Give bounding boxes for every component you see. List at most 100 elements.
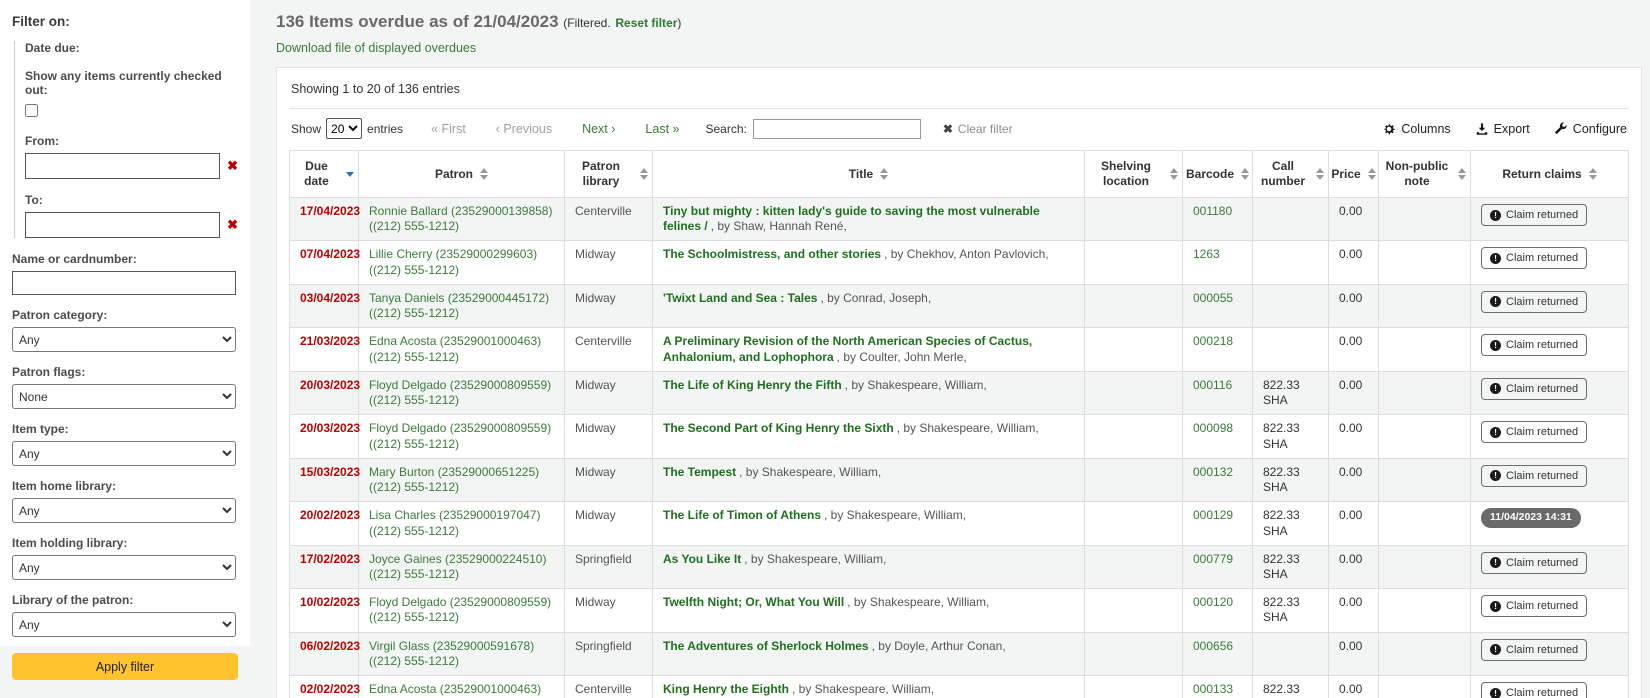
barcode-link[interactable]: 000120 xyxy=(1193,595,1233,609)
patron-link[interactable]: Lisa Charles (23529000197047) xyxy=(369,508,540,522)
barcode-link[interactable]: 000116 xyxy=(1193,378,1232,392)
claim-returned-button[interactable]: Claim returned xyxy=(1481,465,1587,487)
column-header-due-date[interactable]: Due date xyxy=(290,151,359,198)
patron-phone: ((212) 555-1212) xyxy=(369,393,459,407)
pager-last[interactable]: Last » xyxy=(645,122,679,136)
claim-returned-button[interactable]: Claim returned xyxy=(1481,204,1587,226)
barcode-link[interactable]: 000055 xyxy=(1193,291,1233,305)
title-link[interactable]: The Life of Timon of Athens xyxy=(663,508,821,522)
column-header-title[interactable]: Title xyxy=(653,151,1085,198)
barcode-link[interactable]: 000133 xyxy=(1193,682,1233,696)
patron-link[interactable]: Joyce Gaines (23529000224510) xyxy=(369,552,546,566)
patron-link[interactable]: Mary Burton (23529000651225) xyxy=(369,465,539,479)
columns-button[interactable]: Columns xyxy=(1382,122,1450,136)
patron-link[interactable]: Floyd Delgado (23529000809559) xyxy=(369,421,551,435)
title-link[interactable]: The Life of King Henry the Fifth xyxy=(663,378,842,392)
item-holding-library-select[interactable]: Any xyxy=(12,555,236,580)
date-from-input[interactable] xyxy=(25,153,220,179)
title-link[interactable]: As You Like It xyxy=(663,552,741,566)
column-header-non-public-note[interactable]: Non-public note xyxy=(1379,151,1471,198)
table-row: 17/02/2023 Joyce Gaines (23529000224510)… xyxy=(290,545,1629,588)
title-link[interactable]: The Second Part of King Henry the Sixth xyxy=(663,421,894,435)
call-number: 822.33 SHA xyxy=(1263,508,1300,537)
patron-link[interactable]: Edna Acosta (23529001000463) xyxy=(369,682,541,696)
patron-flags-select[interactable]: None xyxy=(12,384,236,409)
title-link[interactable]: 'Twixt Land and Sea : Tales xyxy=(663,291,817,305)
claim-returned-button[interactable]: Claim returned xyxy=(1481,595,1587,617)
clear-filter-button[interactable]: ✖ Clear filter xyxy=(943,122,1013,136)
price: 0.00 xyxy=(1339,421,1362,435)
barcode-link[interactable]: 000098 xyxy=(1193,421,1233,435)
due-date: 15/03/2023 xyxy=(300,465,360,479)
patron-link[interactable]: Tanya Daniels (23529000445172) xyxy=(369,291,549,305)
claim-returned-button[interactable]: Claim returned xyxy=(1481,552,1587,574)
library-of-patron-label: Library of the patron: xyxy=(12,593,238,607)
patron-link[interactable]: Lillie Cherry (23529000299603) xyxy=(369,247,537,261)
column-header-shelving-location[interactable]: Shelving location xyxy=(1085,151,1183,198)
exclamation-circle-icon xyxy=(1490,296,1501,307)
barcode-link[interactable]: 000656 xyxy=(1193,639,1233,653)
barcode-link[interactable]: 000218 xyxy=(1193,334,1233,348)
clear-to-date-icon[interactable]: ✖ xyxy=(227,217,238,233)
title-link[interactable]: King Henry the Eighth xyxy=(663,682,789,696)
pager-first[interactable]: « First xyxy=(431,122,466,136)
title-link[interactable]: The Schoolmistress, and other stories xyxy=(663,247,881,261)
claim-returned-button[interactable]: Claim returned xyxy=(1481,682,1587,698)
date-to-input[interactable] xyxy=(25,212,220,238)
patron-link[interactable]: Edna Acosta (23529001000463) xyxy=(369,334,541,348)
patron-link[interactable]: Floyd Delgado (23529000809559) xyxy=(369,378,551,392)
claim-returned-button[interactable]: Claim returned xyxy=(1481,334,1587,356)
sort-icon xyxy=(880,168,888,180)
column-header-price[interactable]: Price xyxy=(1329,151,1379,198)
barcode-link[interactable]: 000129 xyxy=(1193,508,1233,522)
claim-returned-button[interactable]: Claim returned xyxy=(1481,291,1587,313)
table-row: 20/03/2023 Floyd Delgado (23529000809559… xyxy=(290,371,1629,414)
column-header-patron-library[interactable]: Patron library xyxy=(565,151,653,198)
export-button[interactable]: Export xyxy=(1475,122,1530,136)
item-type-select[interactable]: Any xyxy=(12,441,236,466)
patron-link[interactable]: Floyd Delgado (23529000809559) xyxy=(369,595,551,609)
claim-returned-button[interactable]: Claim returned xyxy=(1481,421,1587,443)
library-of-patron-select[interactable]: Any xyxy=(12,612,236,637)
checked-out-label: Show any items currently checked out: xyxy=(25,69,238,97)
page-size-select[interactable]: 20 xyxy=(326,118,362,139)
configure-button[interactable]: Configure xyxy=(1554,122,1627,136)
item-type-label: Item type: xyxy=(12,422,238,436)
column-header-patron[interactable]: Patron xyxy=(359,151,565,198)
claim-returned-button[interactable]: Claim returned xyxy=(1481,247,1587,269)
search-input[interactable] xyxy=(753,119,921,139)
patron-category-select[interactable]: Any xyxy=(12,327,236,352)
item-home-library-select[interactable]: Any xyxy=(12,498,236,523)
title-link[interactable]: The Tempest xyxy=(663,465,736,479)
patron-link[interactable]: Virgil Glass (23529000591678) xyxy=(369,639,534,653)
clear-from-date-icon[interactable]: ✖ xyxy=(227,158,238,174)
patron-phone: ((212) 555-1212) xyxy=(369,306,459,320)
barcode-link[interactable]: 000132 xyxy=(1193,465,1233,479)
checked-out-checkbox[interactable] xyxy=(25,104,38,117)
download-overdues-link[interactable]: Download file of displayed overdues xyxy=(276,41,476,55)
column-header-barcode[interactable]: Barcode xyxy=(1183,151,1253,198)
title-author: , by Shakespeare, William, xyxy=(847,595,989,609)
patron-library: Centerville xyxy=(575,682,632,696)
barcode-link[interactable]: 001180 xyxy=(1193,204,1232,218)
barcode-link[interactable]: 000779 xyxy=(1193,552,1233,566)
claim-returned-button[interactable]: Claim returned xyxy=(1481,639,1587,661)
title-author: , by Conrad, Joseph, xyxy=(820,291,931,305)
to-label: To: xyxy=(25,193,238,207)
title-link[interactable]: The Adventures of Sherlock Holmes xyxy=(663,639,869,653)
apply-filter-button[interactable]: Apply filter xyxy=(12,653,238,680)
title-link[interactable]: Twelfth Night; Or, What You Will xyxy=(663,595,844,609)
name-cardnumber-input[interactable] xyxy=(12,271,236,295)
column-header-call-number[interactable]: Call number xyxy=(1253,151,1329,198)
reset-filter-link[interactable]: Reset filter xyxy=(615,16,677,30)
pager-previous[interactable]: ‹ Previous xyxy=(496,122,552,136)
patron-link[interactable]: Ronnie Ballard (23529000139858) xyxy=(369,204,552,218)
barcode-link[interactable]: 1263 xyxy=(1193,247,1220,261)
patron-library: Centerville xyxy=(575,334,632,348)
column-header-return-claims[interactable]: Return claims xyxy=(1471,151,1629,198)
call-number: 822.33 SHA xyxy=(1263,682,1300,698)
exclamation-circle-icon xyxy=(1490,253,1501,264)
patron-phone: ((212) 555-1212) xyxy=(369,437,459,451)
claim-returned-button[interactable]: Claim returned xyxy=(1481,378,1587,400)
pager-next[interactable]: Next › xyxy=(582,122,615,136)
